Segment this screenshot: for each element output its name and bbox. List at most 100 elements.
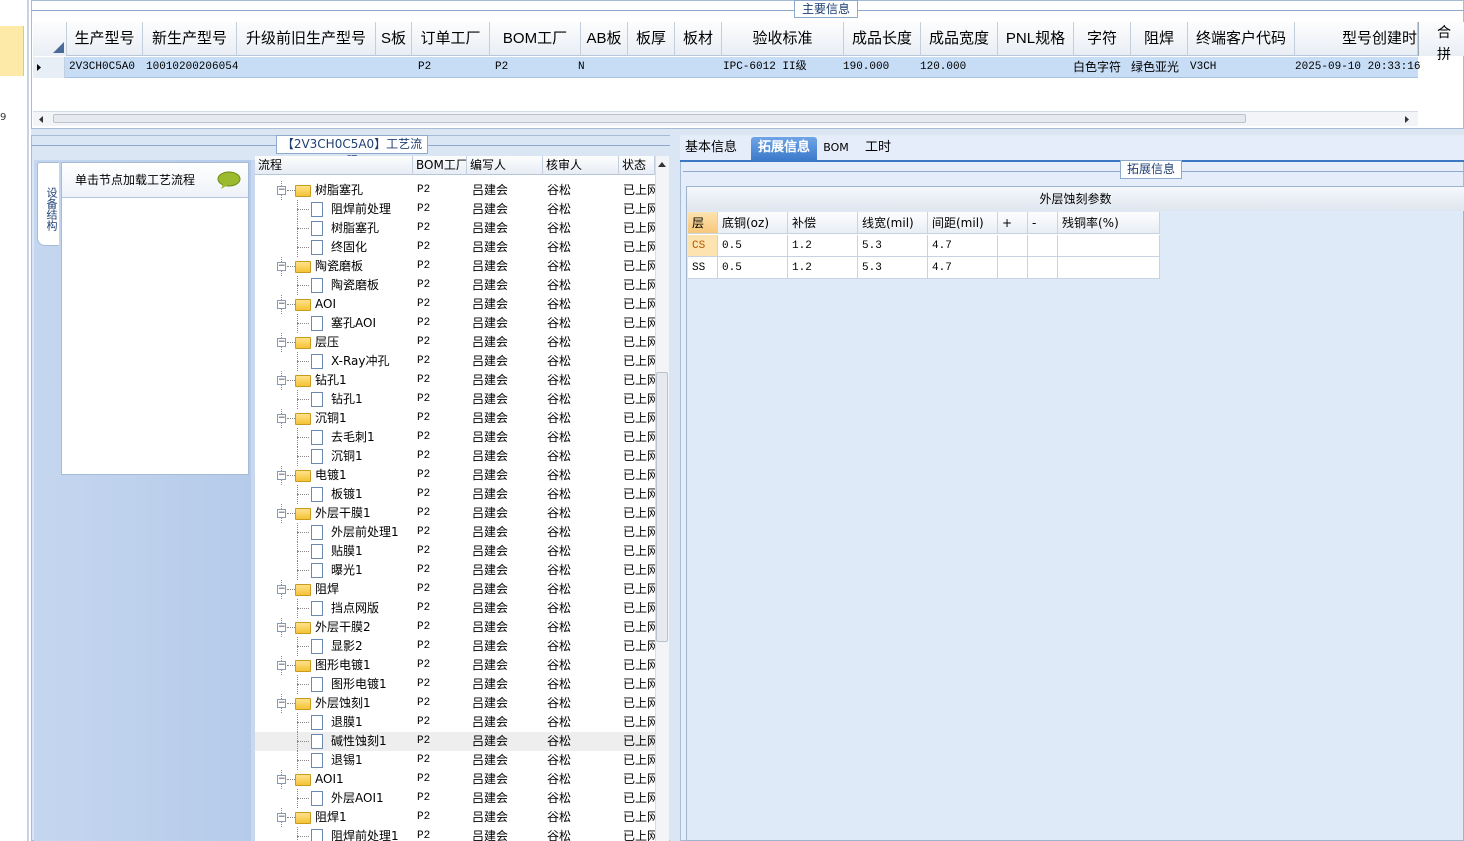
col-header[interactable]: 订单工厂 — [412, 22, 490, 56]
tree-cell-bom[interactable]: P2 — [417, 466, 467, 485]
tree-cell-status[interactable]: 已上网 — [623, 808, 655, 827]
tree-cell-writer[interactable]: 吕建会 — [472, 580, 542, 599]
tree-cell-status[interactable]: 已上网 — [623, 542, 655, 561]
tree-cell-name[interactable]: 树脂塞孔 — [315, 181, 413, 200]
tree-cell-reviewer[interactable]: 谷松 — [547, 618, 617, 637]
tree-row[interactable]: − 层压 P2 吕建会 谷松 已上网 — [255, 333, 655, 352]
tree-cell-writer[interactable]: 吕建会 — [472, 789, 542, 808]
tree-cell-bom[interactable]: P2 — [417, 447, 467, 466]
tree-row[interactable]: X-Ray冲孔 P2 吕建会 谷松 已上网 — [255, 352, 655, 371]
tree-cell-bom[interactable]: P2 — [417, 371, 467, 390]
tree-row[interactable]: − 外层蚀刻1 P2 吕建会 谷松 已上网 — [255, 694, 655, 713]
tree-cell-name[interactable]: 碱性蚀刻1 — [331, 732, 413, 751]
col-header[interactable]: 新生产型号 — [143, 22, 237, 56]
tree-cell-bom[interactable]: P2 — [417, 333, 467, 352]
tree-cell-reviewer[interactable]: 谷松 — [547, 447, 617, 466]
tree-cell-reviewer[interactable]: 谷松 — [547, 314, 617, 333]
tree-cell-writer[interactable]: 吕建会 — [472, 770, 542, 789]
tree-cell-status[interactable]: 已上网 — [623, 447, 655, 466]
col-header[interactable]: 验收标准 — [722, 22, 844, 56]
collapse-icon[interactable]: − — [277, 471, 286, 480]
collapse-icon[interactable]: − — [277, 338, 286, 347]
tree-cell-reviewer[interactable]: 谷松 — [547, 504, 617, 523]
col-header[interactable]: AB板 — [581, 22, 628, 56]
tree-cell-writer[interactable]: 吕建会 — [472, 599, 542, 618]
tree-cell-writer[interactable]: 吕建会 — [472, 181, 542, 200]
tree-cell-writer[interactable]: 吕建会 — [472, 713, 542, 732]
tree-cell-status[interactable]: 已上网 — [623, 504, 655, 523]
vertical-scroll-thumb[interactable] — [656, 372, 668, 642]
tree-cell-bom[interactable]: P2 — [417, 694, 467, 713]
tree-cell-name[interactable]: 树脂塞孔 — [331, 219, 413, 238]
etch-cell[interactable]: 1.2 — [788, 235, 858, 257]
tree-cell-status[interactable]: 已上网 — [623, 200, 655, 219]
tree-cell-status[interactable]: 已上网 — [623, 295, 655, 314]
tree-cell-writer[interactable]: 吕建会 — [472, 732, 542, 751]
tree-cell-name[interactable]: 阻焊前处理1 — [331, 827, 413, 841]
etch-cell[interactable]: 1.2 — [788, 257, 858, 279]
cell-new-model[interactable]: 10010200206054 — [146, 57, 238, 78]
tree-cell-reviewer[interactable]: 谷松 — [547, 295, 617, 314]
tree-cell-name[interactable]: 去毛刺1 — [331, 428, 413, 447]
tree-cell-reviewer[interactable]: 谷松 — [547, 599, 617, 618]
tree-cell-writer[interactable]: 吕建会 — [472, 675, 542, 694]
tree-cell-bom[interactable]: P2 — [417, 352, 467, 371]
tree-row[interactable]: − 电镀1 P2 吕建会 谷松 已上网 — [255, 466, 655, 485]
col-header[interactable]: 板厚 — [628, 22, 675, 56]
tree-cell-bom[interactable]: P2 — [417, 561, 467, 580]
collapse-icon[interactable]: − — [277, 775, 286, 784]
tree-cell-status[interactable]: 已上网 — [623, 219, 655, 238]
tree-cell-reviewer[interactable]: 谷松 — [547, 200, 617, 219]
tree-cell-name[interactable]: 外层蚀刻1 — [315, 694, 413, 713]
etch-cell[interactable]: 4.7 — [928, 257, 998, 279]
tree-cell-reviewer[interactable]: 谷松 — [547, 485, 617, 504]
col-header[interactable]: PNL规格 — [998, 22, 1074, 56]
tree-cell-bom[interactable]: P2 — [417, 580, 467, 599]
tree-cell-bom[interactable]: P2 — [417, 770, 467, 789]
tree-row[interactable]: − 外层干膜1 P2 吕建会 谷松 已上网 — [255, 504, 655, 523]
tree-cell-status[interactable]: 已上网 — [623, 580, 655, 599]
tree-row[interactable]: 曝光1 P2 吕建会 谷松 已上网 — [255, 561, 655, 580]
tree-cell-writer[interactable]: 吕建会 — [472, 637, 542, 656]
tree-cell-writer[interactable]: 吕建会 — [472, 447, 542, 466]
tree-cell-writer[interactable]: 吕建会 — [472, 333, 542, 352]
tree-cell-reviewer[interactable]: 谷松 — [547, 637, 617, 656]
cell-standard[interactable]: IPC-6012 II级 — [723, 57, 807, 78]
tree-row[interactable]: 挡点网版 P2 吕建会 谷松 已上网 — [255, 599, 655, 618]
etch-cell[interactable] — [1058, 257, 1160, 279]
tree-row[interactable]: − 外层干膜2 P2 吕建会 谷松 已上网 — [255, 618, 655, 637]
tree-cell-bom[interactable]: P2 — [417, 504, 467, 523]
tree-cell-writer[interactable]: 吕建会 — [472, 295, 542, 314]
tree-cell-name[interactable]: 外层AOI1 — [331, 789, 413, 808]
tree-cell-bom[interactable]: P2 — [417, 751, 467, 770]
tree-cell-writer[interactable]: 吕建会 — [472, 466, 542, 485]
tree-cell-writer[interactable]: 吕建会 — [472, 561, 542, 580]
etch-cell[interactable]: 5.3 — [858, 235, 928, 257]
tree-cell-name[interactable]: 图形电镀1 — [315, 656, 413, 675]
tree-cell-status[interactable]: 已上网 — [623, 656, 655, 675]
tree-cell-writer[interactable]: 吕建会 — [472, 523, 542, 542]
tree-cell-writer[interactable]: 吕建会 — [472, 200, 542, 219]
tree-cell-writer[interactable]: 吕建会 — [472, 257, 542, 276]
tree-cell-bom[interactable]: P2 — [417, 637, 467, 656]
scroll-up-icon[interactable] — [657, 160, 667, 171]
tree-row[interactable]: − 钻孔1 P2 吕建会 谷松 已上网 — [255, 371, 655, 390]
col-header-merge[interactable]: 合拼 — [1418, 22, 1464, 63]
vertical-splitter[interactable] — [670, 135, 680, 841]
tree-cell-writer[interactable]: 吕建会 — [472, 371, 542, 390]
tree-row[interactable]: 终固化 P2 吕建会 谷松 已上网 — [255, 238, 655, 257]
cell-solder[interactable]: 绿色亚光 — [1131, 57, 1179, 78]
tree-cell-name[interactable]: 陶瓷磨板 — [331, 276, 413, 295]
tree-row[interactable]: − AOI1 P2 吕建会 谷松 已上网 — [255, 770, 655, 789]
tree-cell-name[interactable]: 塞孔AOI — [331, 314, 413, 333]
tree-cell-reviewer[interactable]: 谷松 — [547, 827, 617, 841]
col-header[interactable]: 终端客户代码 — [1188, 22, 1295, 56]
col-writer[interactable]: 编写人 — [467, 156, 543, 175]
collapse-icon[interactable]: − — [277, 414, 286, 423]
tree-cell-status[interactable]: 已上网 — [623, 637, 655, 656]
tree-cell-status[interactable]: 已上网 — [623, 352, 655, 371]
collapse-icon[interactable]: − — [277, 661, 286, 670]
etch-header-cell[interactable]: 层 — [688, 212, 718, 234]
etch-cell[interactable]: 4.7 — [928, 235, 998, 257]
col-reviewer[interactable]: 核审人 — [543, 156, 619, 175]
